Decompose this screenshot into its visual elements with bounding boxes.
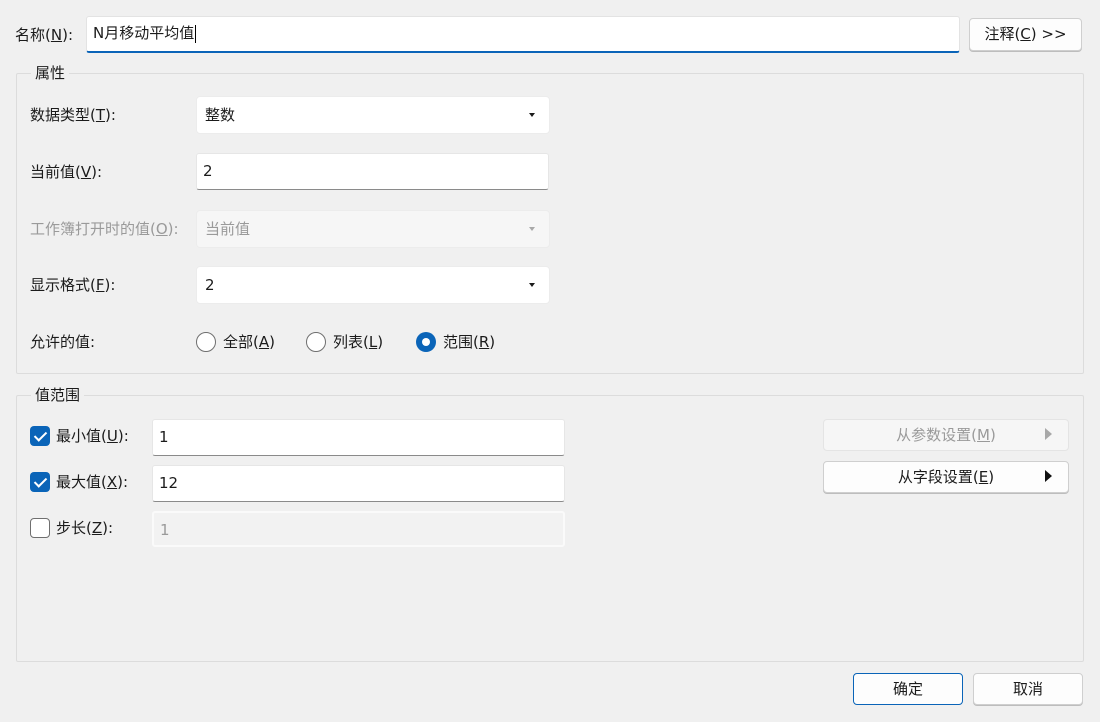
min-checkbox[interactable]: 最小值(U): [30,426,129,446]
radio-circle [306,332,326,352]
checkbox-checked [30,472,50,492]
min-value-input[interactable]: 1 [152,419,565,456]
radio-list[interactable]: 列表(L) [306,332,383,352]
cancel-button[interactable]: 取消 [973,673,1083,705]
from-field-button[interactable]: 从字段设置(E) [823,461,1069,493]
current-value-label: 当前值(V): [30,163,103,181]
from-parameter-button[interactable]: 从参数设置(M) [823,419,1069,451]
radio-circle [196,332,216,352]
submenu-arrow-icon [1045,428,1052,440]
text-caret [195,24,197,43]
open-value-label: 工作簿打开时的值(O): [30,220,179,238]
max-checkbox[interactable]: 最大值(X): [30,472,128,492]
chevron-down-icon [529,227,535,231]
data-type-select[interactable]: 整数 [196,96,550,134]
name-input[interactable]: N月移动平均值 [86,16,960,53]
display-format-select[interactable]: 2 [196,266,550,304]
data-type-label: 数据类型(T): [30,106,116,124]
radio-range[interactable]: 范围(R) [416,332,495,352]
radio-all[interactable]: 全部(A) [196,332,275,352]
step-value-input[interactable]: 1 [152,511,565,547]
checkbox-checked [30,426,50,446]
max-value-input[interactable]: 12 [152,465,565,502]
name-label: 名称(N): [15,26,73,44]
open-value-select[interactable]: 当前值 [196,210,550,248]
chevron-down-icon [529,113,535,117]
display-format-label: 显示格式(F): [30,276,116,294]
comment-button[interactable]: 注释(C) >> [969,18,1082,51]
radio-circle-selected [416,332,436,352]
ok-button[interactable]: 确定 [853,673,963,705]
current-value-input[interactable]: 2 [196,153,549,190]
submenu-arrow-icon [1045,470,1052,482]
checkbox-unchecked [30,518,50,538]
value-range-title: 值范围 [31,385,85,405]
properties-title: 属性 [31,63,70,83]
allowed-values-label: 允许的值: [30,333,96,351]
chevron-down-icon [529,283,535,287]
step-checkbox[interactable]: 步长(Z): [30,518,113,538]
